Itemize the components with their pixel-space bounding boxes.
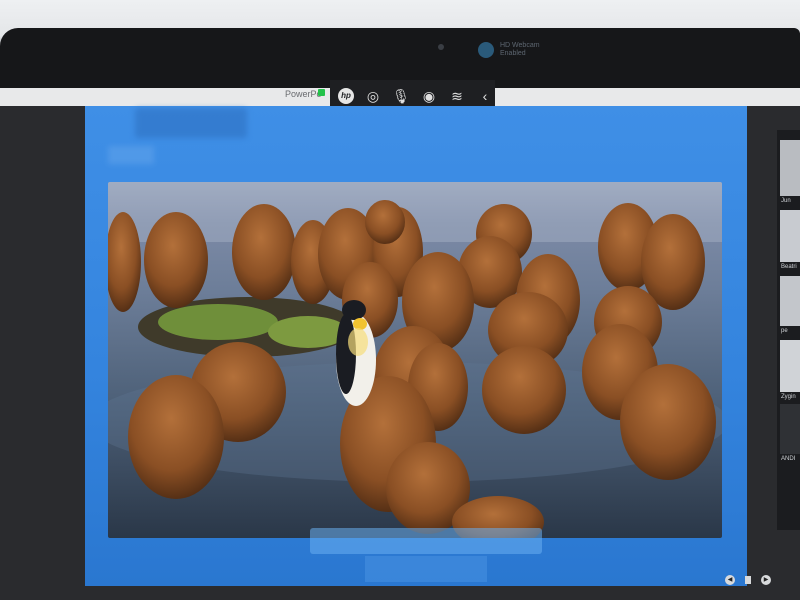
webcam-lens (438, 44, 444, 50)
penguin-illustration (108, 182, 722, 538)
prev-icon[interactable]: ◀ (725, 575, 735, 585)
slide-title-blurred (135, 108, 247, 138)
camera-status: Enabled (500, 50, 526, 57)
camera-indicator: HD Webcam Enabled (478, 42, 540, 58)
slide-navigation: ◀ ▶ (725, 575, 771, 585)
participant-name: pe (781, 328, 788, 334)
camera-toggle-icon[interactable]: ◉ (420, 88, 438, 105)
camera-icon (478, 42, 494, 58)
participant-tile[interactable] (780, 210, 800, 262)
participant-tile[interactable] (780, 340, 800, 392)
participant-name: Jun (781, 198, 791, 204)
record-icon[interactable]: ◎ (364, 88, 382, 105)
chevron-left-icon[interactable]: ‹ (476, 88, 494, 104)
camera-name: HD Webcam (500, 42, 540, 49)
penguin-photo (108, 182, 722, 538)
slide-caption-box-lower (365, 556, 487, 582)
slide-subtitle-blurred (108, 146, 154, 164)
microphone-icon[interactable]: 🎙 (392, 88, 410, 105)
sharing-indicator-icon (318, 89, 325, 96)
participant-tile[interactable] (780, 276, 800, 326)
powerpoint-title: PowerPo (285, 89, 322, 99)
participant-name: Zygin (781, 394, 796, 400)
hp-icon[interactable]: hp (338, 88, 354, 104)
next-icon[interactable]: ▶ (761, 575, 771, 585)
participant-tile[interactable] (780, 140, 800, 196)
participant-tile[interactable] (780, 404, 800, 454)
slide-caption-box (310, 528, 542, 554)
participant-name: ANDI (781, 456, 796, 462)
broadcast-icon[interactable]: ≋ (448, 88, 466, 105)
page-icon[interactable] (745, 576, 751, 584)
participant-name: Beatri (781, 264, 797, 270)
